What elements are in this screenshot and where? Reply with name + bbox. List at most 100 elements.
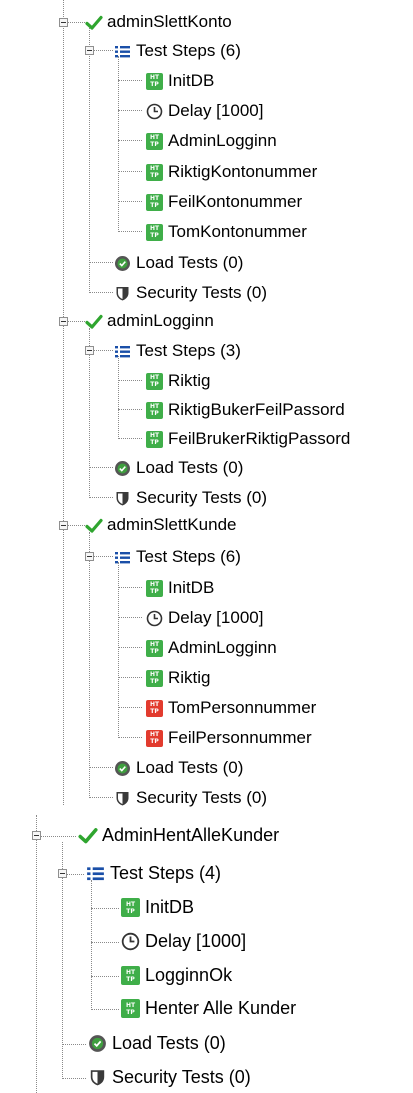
tree-line xyxy=(118,617,142,618)
tree-line xyxy=(91,976,119,977)
tree-node-testcase[interactable]: adminLogginn xyxy=(85,311,214,331)
test-steps-icon xyxy=(114,549,131,566)
tree-node-load-tests[interactable]: Load Tests (0) xyxy=(114,458,243,478)
tree-node-http-step[interactable]: HT TP TomKontonummer xyxy=(146,222,307,242)
tree-line xyxy=(89,262,113,263)
http-request-icon: HT TP xyxy=(146,193,163,211)
collapse-toggle[interactable] xyxy=(85,46,94,55)
tree-node-http-step[interactable]: HT TP Henter Alle Kunder xyxy=(121,998,296,1019)
tree-node-security-tests[interactable]: Security Tests (0) xyxy=(88,1067,251,1088)
tree-line xyxy=(62,1044,86,1045)
collapse-toggle[interactable] xyxy=(58,869,67,878)
clock-icon xyxy=(146,103,163,120)
tree-node-http-step[interactable]: HT TP FeilBrukerRiktigPassord xyxy=(146,429,350,449)
collapse-toggle[interactable] xyxy=(59,18,68,27)
tree-node-delay-step[interactable]: Delay [1000] xyxy=(146,608,263,628)
tree-node-label: AdminHentAlleKunder xyxy=(102,825,280,845)
http-request-icon: HT TP xyxy=(146,401,163,419)
tree-node-http-step[interactable]: HT TP InitDB xyxy=(146,71,214,91)
tree-node-test-steps[interactable]: Test Steps (4) xyxy=(86,863,221,884)
test-steps-icon xyxy=(86,864,105,883)
tree-line xyxy=(118,356,119,439)
tree-node-http-step[interactable]: HT TP InitDB xyxy=(146,578,214,598)
tree-node-label: adminLogginn xyxy=(107,311,214,330)
tree-line xyxy=(118,647,142,648)
tree-line xyxy=(91,942,119,943)
collapse-toggle[interactable] xyxy=(59,317,68,326)
collapse-toggle[interactable] xyxy=(85,552,94,561)
tree-node-testcase[interactable]: AdminHentAlleKunder xyxy=(78,825,279,846)
tree-node-http-step[interactable]: HT TP LogginnOk xyxy=(121,965,232,986)
tree-line xyxy=(118,677,142,678)
tree-line xyxy=(36,836,76,837)
tree-node-http-step[interactable]: HT TP AdminLogginn xyxy=(146,131,277,151)
tree-line xyxy=(118,201,142,202)
tree-node-label: Load Tests (0) xyxy=(136,458,244,477)
tree-line xyxy=(91,908,119,909)
tree-node-load-tests[interactable]: Load Tests (0) xyxy=(88,1033,226,1054)
tree-node-http-step[interactable]: HT TP Riktig xyxy=(146,371,211,391)
tree-node-load-tests[interactable]: Load Tests (0) xyxy=(114,758,243,778)
tree-node-label: InitDB xyxy=(168,578,215,597)
tree-node-testcase[interactable]: adminSlettKonto xyxy=(85,12,232,32)
tree-node-http-step[interactable]: HT TP InitDB xyxy=(121,897,194,918)
tree-node-label: LogginnOk xyxy=(145,965,233,985)
tree-line xyxy=(118,140,142,141)
tree-node-http-step-failed[interactable]: HT TP FeilPersonnummer xyxy=(146,728,312,748)
collapse-toggle[interactable] xyxy=(59,521,68,530)
tree-node-label: AdminLogginn xyxy=(168,131,277,150)
tree-node-test-steps[interactable]: Test Steps (6) xyxy=(114,41,241,61)
checkmark-icon xyxy=(78,826,98,845)
tree-node-security-tests[interactable]: Security Tests (0) xyxy=(114,488,267,508)
tree-line xyxy=(118,56,119,232)
tree-node-label: Test Steps (6) xyxy=(136,547,241,566)
checkmark-icon xyxy=(85,313,103,330)
test-steps-icon xyxy=(114,43,131,60)
tree-node-security-tests[interactable]: Security Tests (0) xyxy=(114,788,267,808)
shield-icon xyxy=(114,285,131,302)
tree-node-http-step[interactable]: HT TP FeilKontonummer xyxy=(146,192,302,212)
tree-node-test-steps[interactable]: Test Steps (6) xyxy=(114,547,241,567)
tree-node-delay-step[interactable]: Delay [1000] xyxy=(146,101,263,121)
tree-node-http-step[interactable]: HT TP AdminLogginn xyxy=(146,638,277,658)
tree-line xyxy=(91,880,92,1010)
tree-node-label: FeilKontonummer xyxy=(168,192,303,211)
tree-node-http-step-failed[interactable]: HT TP TomPersonnummer xyxy=(146,698,316,718)
tree-node-security-tests[interactable]: Security Tests (0) xyxy=(114,283,267,303)
load-test-icon xyxy=(114,460,131,477)
shield-icon xyxy=(88,1068,107,1087)
tree-node-load-tests[interactable]: Load Tests (0) xyxy=(114,253,243,273)
tree-node-label: Load Tests (0) xyxy=(136,253,244,272)
tree-node-label: FeilPersonnummer xyxy=(168,728,312,747)
http-request-icon: HT TP xyxy=(146,132,163,150)
tree-node-label: Test Steps (4) xyxy=(110,863,222,883)
tree-node-http-step[interactable]: HT TP RiktigKontonummer xyxy=(146,162,317,182)
tree-node-label: Delay [1000] xyxy=(145,931,247,951)
tree-node-http-step[interactable]: HT TP RiktigBukerFeilPassord xyxy=(146,400,345,420)
tree-node-http-step[interactable]: HT TP Riktig xyxy=(146,668,211,688)
collapse-toggle[interactable] xyxy=(85,346,94,355)
tree-node-label: Henter Alle Kunder xyxy=(145,998,297,1018)
tree-node-label: Test Steps (3) xyxy=(136,341,241,360)
tree-node-delay-step[interactable]: Delay [1000] xyxy=(121,931,246,952)
http-request-icon: HT TP xyxy=(121,898,140,917)
test-steps-icon xyxy=(114,343,131,360)
tree-node-label: Load Tests (0) xyxy=(112,1033,226,1053)
tree-line xyxy=(63,0,64,805)
tree-node-label: FeilBrukerRiktigPassord xyxy=(168,429,351,448)
tree-node-label: Security Tests (0) xyxy=(136,488,268,507)
tree-node-label: Security Tests (0) xyxy=(136,283,268,302)
checkmark-icon xyxy=(85,517,103,534)
checkmark-icon xyxy=(85,14,103,31)
tree-line xyxy=(118,231,142,232)
tree-node-test-steps[interactable]: Test Steps (3) xyxy=(114,341,241,361)
collapse-toggle[interactable] xyxy=(32,831,41,840)
http-request-icon: HT TP xyxy=(146,72,163,90)
shield-icon xyxy=(114,490,131,507)
http-request-icon: HT TP xyxy=(146,223,163,241)
tree-node-label: InitDB xyxy=(168,71,215,90)
tree-line xyxy=(118,587,142,588)
tree-node-testcase[interactable]: adminSlettKunde xyxy=(85,515,236,535)
tree-line xyxy=(89,292,113,293)
tree-line xyxy=(118,737,142,738)
